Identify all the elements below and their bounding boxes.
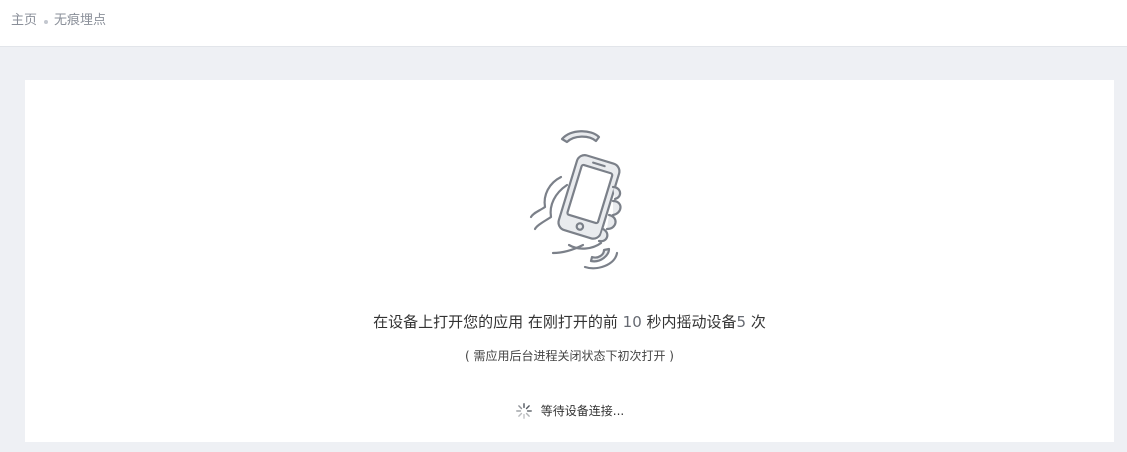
instruction-times: 5 xyxy=(736,313,747,331)
connection-status-text: 等待设备连接... xyxy=(540,404,625,418)
breadcrumb-home-link[interactable]: 主页 xyxy=(11,13,37,29)
loading-spinner-icon xyxy=(515,403,532,419)
breadcrumb-separator xyxy=(44,20,49,24)
instruction-seconds: 10 xyxy=(622,313,642,331)
connection-card: 在设备上打开您的应用 在刚打开的前 10 秒内摇动设备5 次 ( 需应用后台进程… xyxy=(25,80,1114,442)
connection-status: 等待设备连接... xyxy=(25,402,1114,420)
breadcrumb-current: 无痕埋点 xyxy=(54,13,107,28)
shake-phone-icon xyxy=(529,130,622,270)
instruction-part2: 秒内摇动设备 xyxy=(641,313,737,331)
instruction-part3: 次 xyxy=(746,313,766,331)
top-bar: 主页 无痕埋点 xyxy=(0,0,1127,47)
instruction-part1: 在设备上打开您的应用 在刚打开的前 xyxy=(373,313,623,331)
instruction-text: 在设备上打开您的应用 在刚打开的前 10 秒内摇动设备5 次 xyxy=(25,312,1114,332)
breadcrumb: 主页 无痕埋点 xyxy=(11,13,106,29)
instruction-note: ( 需应用后台进程关闭状态下初次打开 ) xyxy=(465,349,674,363)
